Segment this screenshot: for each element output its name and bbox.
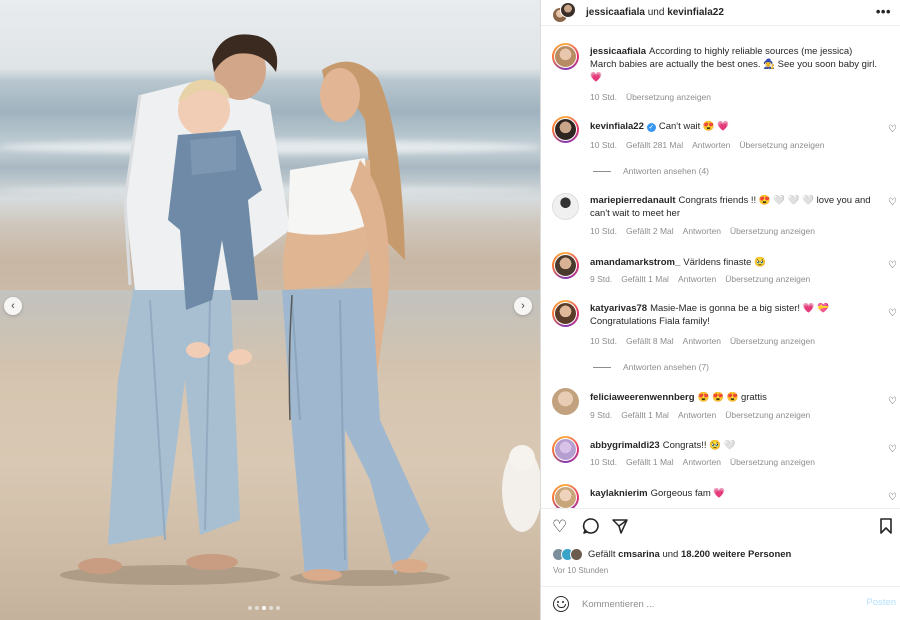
likes-user[interactable]: cmsarina [618,549,660,560]
avatar[interactable] [552,436,579,463]
avatar[interactable] [552,43,579,70]
translate-link[interactable]: Übersetzung anzeigen [730,336,815,346]
verified-badge-icon: ✓ [646,123,656,132]
translate-link[interactable]: Übersetzung anzeigen [730,226,815,236]
emoji-icon[interactable] [553,596,569,612]
reply-link[interactable]: Antworten [692,140,730,150]
carousel-dot [269,606,273,610]
comment-like-heart-icon[interactable]: ♡ [888,308,897,319]
comment-username[interactable]: katyarivas78 [590,303,647,314]
comment-likes[interactable]: Gefällt 281 Mal [626,140,683,150]
reply-link[interactable]: Antworten [683,336,721,346]
family-illustration [60,34,540,586]
comment-time: 9 Std. [590,410,613,420]
comment-time: 10 Std. [590,140,617,150]
avatar[interactable] [552,388,579,415]
reply-link[interactable]: Antworten [678,410,716,420]
likes-summary[interactable]: Gefällt cmsarina und 18.200 weitere Pers… [552,548,791,561]
translate-link[interactable]: Übersetzung anzeigen [725,410,810,420]
view-replies-button[interactable]: Antworten ansehen (7) [593,362,709,372]
carousel-next-button[interactable]: › [514,297,532,315]
translate-link[interactable]: Übersetzung anzeigen [730,457,815,467]
collab-avatars[interactable] [552,1,576,24]
comment-time: 9 Std. [590,274,613,284]
comment-like-heart-icon[interactable]: ♡ [888,124,897,135]
likes-joiner: und [662,549,679,560]
author-link[interactable]: kevinfiala22 [667,7,724,18]
post-comment-button[interactable]: Posten [866,597,896,608]
view-replies-label: Antworten ansehen (7) [623,362,709,372]
reply-link[interactable]: Antworten [678,274,716,284]
comment-text: 😍 😍 😍 grattis [697,392,767,403]
view-replies-button[interactable]: Antworten ansehen (4) [593,166,709,176]
avatar [560,1,576,18]
avatar[interactable] [552,300,579,327]
likes-text: Gefällt cmsarina und 18.200 weitere Pers… [588,549,791,560]
post-header: jessicaafiala und kevinfiala22 ••• [541,0,900,26]
comment-text: Världens finaste 🥹 [683,257,766,268]
comment-time: 10 Std. [590,457,617,467]
carousel-dot [248,606,252,610]
avatar[interactable] [552,116,579,143]
comment-username[interactable]: kevinfiala22 [590,121,644,132]
likes-prefix: Gefällt [588,549,616,560]
more-horizontal-icon[interactable]: ••• [876,4,891,19]
comment-likes[interactable]: Gefällt 1 Mal [626,457,674,467]
caption-time: 10 Std. [590,92,617,102]
avatar[interactable] [552,252,579,279]
comment-likes[interactable]: Gefällt 1 Mal [621,274,669,284]
comment-username[interactable]: feliciaweerenwennberg [590,392,695,403]
author-link[interactable]: jessicaafiala [586,7,645,18]
send-icon[interactable] [611,517,629,540]
caption: jessicaafiala According to highly reliabl… [552,43,897,113]
comment-likes[interactable]: Gefällt 2 Mal [626,226,674,236]
comment-username[interactable]: amandamarkstrom_ [590,257,680,268]
post-details-panel: jessicaafiala und kevinfiala22 ••• jessi… [540,0,900,620]
comment-like-heart-icon[interactable]: ♡ [888,260,897,271]
comment-likes[interactable]: Gefällt 8 Mal [626,336,674,346]
translate-link[interactable]: Übersetzung anzeigen [725,274,810,284]
replies-divider [593,170,611,172]
translate-link[interactable]: Übersetzung anzeigen [739,140,824,150]
comment-time: 10 Std. [590,226,617,236]
comment-username[interactable]: abbygrimaldi23 [590,440,660,451]
comment-icon[interactable] [582,517,600,540]
comment-time: 10 Std. [590,336,617,346]
add-comment-bar: Posten [541,586,900,620]
comment-text: Can't wait 😍 💗 [658,121,730,132]
carousel-dot [276,606,280,610]
replies-divider [593,366,611,368]
post-image[interactable]: ‹ › [0,0,540,620]
reply-link[interactable]: Antworten [683,226,721,236]
caption-username[interactable]: jessicaafiala [590,46,646,57]
view-replies-label: Antworten ansehen (4) [623,166,709,176]
carousel-dot [262,606,266,610]
post-actions: ♡ Gefällt cmsarina und 18.200 weitere Pe… [541,508,900,586]
avatar [570,548,583,561]
reply-link[interactable]: Antworten [683,457,721,467]
comment-like-heart-icon[interactable]: ♡ [888,396,897,407]
comment-username[interactable]: mariepierredanault [590,195,676,206]
comment-like-heart-icon[interactable]: ♡ [888,444,897,455]
comment-like-heart-icon[interactable]: ♡ [888,197,897,208]
avatar[interactable] [552,484,579,508]
comment-like-heart-icon[interactable]: ♡ [888,492,897,503]
avatar[interactable] [552,193,579,220]
authors-joiner: und [647,7,665,18]
comments-list[interactable]: jessicaafiala According to highly reliabl… [541,38,900,508]
comment-username[interactable]: kaylaknierim [590,488,648,499]
carousel-dot [255,606,259,610]
translate-link[interactable]: Übersetzung anzeigen [626,92,711,102]
bookmark-icon[interactable] [879,517,893,540]
post-authors: jessicaafiala und kevinfiala22 [586,7,724,18]
likes-others[interactable]: 18.200 weitere Personen [681,549,791,560]
comment-text: Gorgeous fam 💗 [650,488,726,499]
comment-text: Congrats!! 🥹 🤍 [662,440,736,451]
carousel-prev-button[interactable]: ‹ [4,297,22,315]
comment-likes[interactable]: Gefällt 1 Mal [621,410,669,420]
comment-input[interactable] [582,596,852,612]
post-time: Vor 10 Stunden [553,566,609,575]
carousel-dots [248,606,280,610]
heart-icon[interactable]: ♡ [552,517,567,537]
